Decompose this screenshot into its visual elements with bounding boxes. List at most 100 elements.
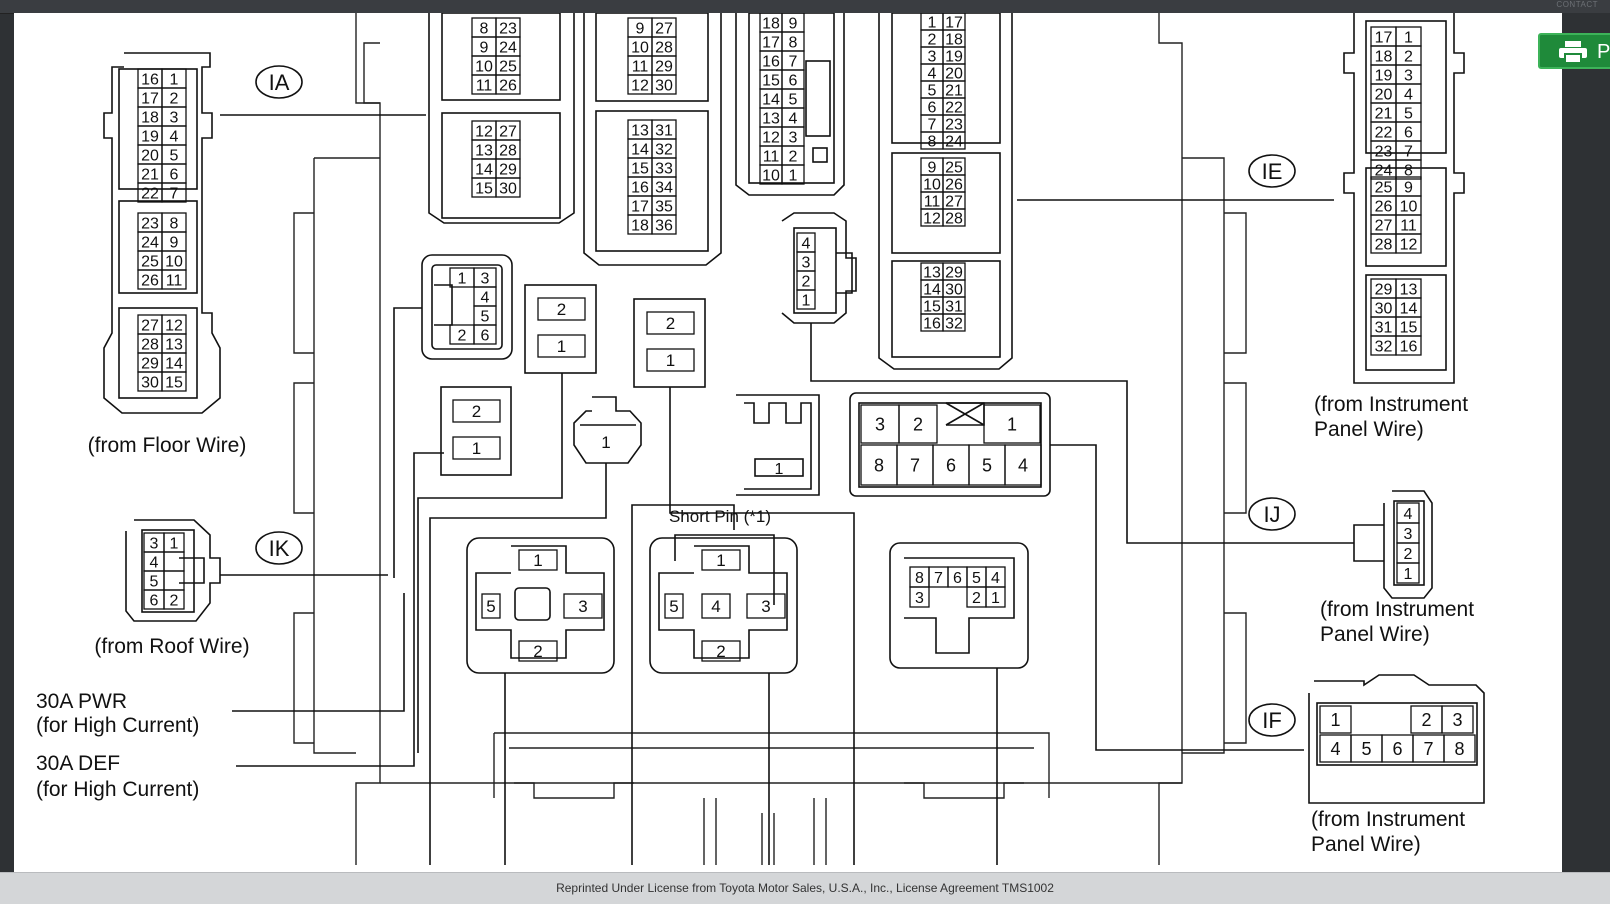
pin-number: 28 [1375,236,1393,253]
pin-number: 14 [1400,300,1418,317]
pin-number: 6 [946,455,956,475]
pin-number: 23 [1375,143,1393,160]
pwr-label-2: (for High Current) [36,714,199,737]
pin-number: 8 [789,34,798,51]
pin-number: 4 [1018,455,1028,475]
pin-number: 3 [802,254,811,271]
pin-number: 9 [789,15,798,32]
pin-number: 5 [789,91,798,108]
pin-number: 16 [923,315,941,332]
ij-pin-grid: 4 3 2 1 [1396,502,1420,584]
pin-number: 1 [789,167,798,184]
pin-number: 4 [1404,86,1413,103]
pin-number: 30 [1375,300,1393,317]
def-label-1: 30A DEF [36,752,120,775]
print-button[interactable]: P [1538,33,1610,69]
pin-number: 7 [789,53,798,70]
connector-if: 1 2 3 4 5 6 7 8 IF (from Instrument Panel Wire) [1248,674,1485,856]
pin-number: 26 [141,272,159,289]
pin-number: 4 [802,235,811,252]
pin-number: 15 [475,180,493,197]
ia-pin-grid: 16 1 17 2 18 3 19 4 20 5 21 6 22 7 23 8 24 9 25 10 26 11 27 12 2… [137,68,187,392]
small4-pin-grid: 4 3 2 1 [796,232,816,310]
pin-number: 29 [141,355,159,372]
pin-number: 9 [170,234,179,251]
pin-number: 11 [166,272,183,289]
pin-number: 1 [557,337,566,356]
pin-number: 27 [141,317,159,334]
if-pin-grid: 1 2 3 4 5 6 7 8 [1319,705,1476,763]
pin-number: 1 [170,535,179,552]
c-pin-grid: 18 9 17 8 16 7 15 6 14 5 13 4 12 3 11 2 10 1 [759,13,805,185]
pin-number: 8 [928,133,937,150]
connector-4pin-small: 4 3 2 1 [781,212,1354,544]
pin-number: 4 [928,65,937,82]
pin-number: 3 [578,597,587,616]
pin-number: 10 [631,39,649,56]
pin-number: 26 [1375,198,1393,215]
pin-number: 8 [915,570,924,587]
pin-number: 10 [762,167,780,184]
ik-source-label: (from Roof Wire) [94,635,249,658]
pin-number: 7 [910,455,920,475]
pin-number: 1 [170,71,179,88]
pin-number: 11 [632,58,649,75]
pin-number: 13 [165,336,183,353]
pin-number: 25 [141,253,159,270]
pin-number: 14 [923,281,941,298]
pin-number: 26 [499,77,517,94]
relay-c-pin-grid: 8 7 6 5 4 3 2 1 [909,566,1006,608]
pin-number: 4 [170,128,179,145]
pin-number: 1 [716,551,725,570]
pin-number: 1 [458,270,467,287]
fuse-labels: 30A PWR (for High Current) 30A DEF (for … [36,452,444,801]
pin-number: 5 [1361,739,1371,759]
pin-number: 17 [945,14,963,31]
pin-number: 3 [928,48,937,65]
pin-number: 4 [1404,506,1413,523]
pin-number: 1 [991,590,1000,607]
pin-number: 8 [1454,739,1464,759]
pin-number: 31 [655,122,673,139]
pin-number: 8 [480,20,489,37]
diagram-viewer: 16 1 17 2 18 3 19 4 20 5 21 6 22 7 23 8 24 9 25 10 26 11 27 12 2… [14,13,1562,878]
pin-number: 13 [762,110,780,127]
pin-number: 4 [789,110,798,127]
pin-number: 5 [481,308,490,325]
pin-number: 29 [1375,281,1393,298]
license-footer: Reprinted Under License from Toyota Moto… [0,872,1610,904]
pin-number: 32 [655,141,673,158]
pin-number: 3 [481,270,490,287]
pin-number: 29 [945,264,963,281]
pin-number: 21 [945,82,963,99]
pin-number: 16 [762,53,780,70]
pin-number: 9 [1404,179,1413,196]
pin-number: 1 [802,292,811,309]
pin-number: 30 [945,281,963,298]
relay-socket-a: 15 32 [466,537,615,865]
ia-source-label: (from Floor Wire) [88,434,247,457]
connector-ik: 3 14 5 6 2 IK (from Roof Wire) [94,519,388,658]
pin-number: 16 [141,71,159,88]
pin-number: 2 [170,592,179,609]
pin-number: 3 [1404,67,1413,84]
pin-1a: 1 [601,433,610,452]
pin-number: 2 [913,414,923,434]
ie-source-line-2: Panel Wire) [1314,418,1424,441]
pin-number: 28 [499,142,517,159]
pin-number: 20 [945,65,963,82]
pin-number: 23 [499,20,517,37]
pin-number: 14 [762,91,780,108]
pin-number: 29 [655,58,673,75]
pin-number: 9 [480,39,489,56]
pin-number: 35 [655,198,673,215]
pin-number: 15 [165,374,183,391]
pin-number: 1 [1404,29,1413,46]
right-margin [1562,13,1610,878]
if-label: IF [1262,708,1282,733]
pin-number: 18 [762,15,780,32]
pin-number: 14 [475,161,493,178]
pin-number: 15 [631,160,649,177]
contact-link[interactable]: CONTACT [1556,0,1598,9]
pin-number: 2 [972,590,981,607]
